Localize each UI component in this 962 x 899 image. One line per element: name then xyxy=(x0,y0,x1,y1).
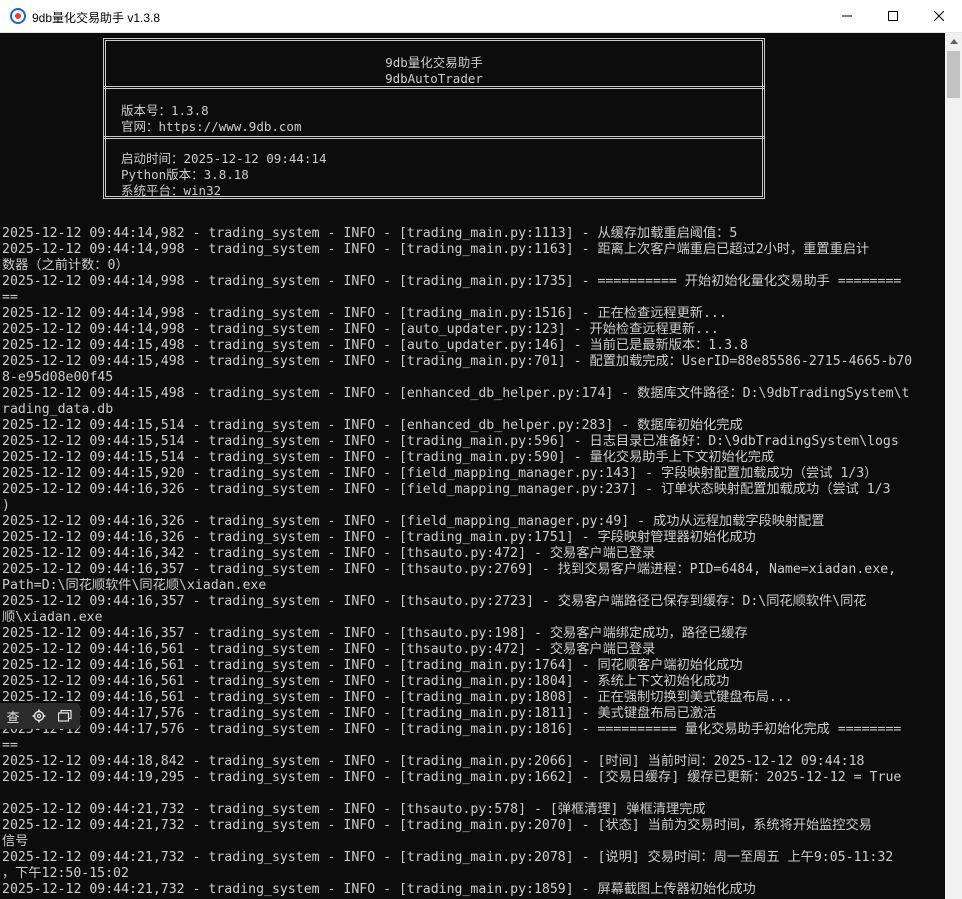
maximize-icon xyxy=(888,11,898,21)
log-line: 2025-12-12 09:44:21,732 - trading_system… xyxy=(2,802,706,817)
startup-banner: 9db量化交易助手 9dbAutoTrader 版本号：1.3.8 官网：htt… xyxy=(103,38,765,199)
gear-icon xyxy=(32,709,46,723)
log-line: 2025-12-12 09:44:15,498 - trading_system… xyxy=(2,386,910,401)
log-line: 2025-12-12 09:44:16,326 - trading_system… xyxy=(2,482,891,497)
title-bar: 9db量化交易助手 v1.3.8 xyxy=(0,0,962,33)
log-line: 2025-12-12 09:44:18,842 - trading_system… xyxy=(2,754,865,769)
vertical-scrollbar[interactable] xyxy=(945,33,962,899)
console-output[interactable]: 9db量化交易助手 9dbAutoTrader 版本号：1.3.8 官网：htt… xyxy=(0,33,945,899)
log-line: 2025-12-12 09:44:15,920 - trading_system… xyxy=(2,466,878,481)
maximize-button[interactable] xyxy=(870,0,916,32)
app-name-cn: 9db量化交易助手 xyxy=(385,55,483,70)
log-line: 2025-12-12 09:44:16,357 - trading_system… xyxy=(2,562,897,577)
log-line: 顺\xiadan.exe xyxy=(2,610,103,625)
scroll-thumb[interactable] xyxy=(947,51,960,98)
log-line: 2025-12-12 09:44:17,576 - trading_system… xyxy=(2,722,902,737)
log-line: ) xyxy=(2,498,10,513)
log-line: 2025-12-12 09:44:21,732 - trading_system… xyxy=(2,818,872,833)
close-button[interactable] xyxy=(916,0,962,32)
log-line: == xyxy=(2,738,18,753)
version-label: 版本号：1.3.8 xyxy=(121,103,209,118)
log-line: 2025-12-12 09:44:17,576 - trading_system… xyxy=(2,706,717,721)
log-line: ，下午12:50-15:02 xyxy=(2,866,129,881)
minimize-button[interactable] xyxy=(824,0,870,32)
close-icon xyxy=(934,11,944,21)
log-line: 2025-12-12 09:44:14,998 - trading_system… xyxy=(2,322,719,337)
log-line: 数器（之前计数：0） xyxy=(2,258,129,273)
log-line: 2025-12-12 09:44:14,998 - trading_system… xyxy=(2,274,902,289)
log-line: == xyxy=(2,290,18,305)
log-line: rading_data.db xyxy=(2,402,114,417)
log-line: 2025-12-12 09:44:16,357 - trading_system… xyxy=(2,594,867,609)
minimize-icon xyxy=(842,15,852,17)
log-line: 2025-12-12 09:44:15,514 - trading_system… xyxy=(2,450,775,465)
search-button[interactable]: 查 xyxy=(0,703,26,729)
settings-button[interactable] xyxy=(26,703,52,729)
start-time-label: 启动时间：2025-12-12 09:44:14 xyxy=(121,151,327,166)
log-line: 2025-12-12 09:44:15,498 - trading_system… xyxy=(2,338,748,353)
log-line: 2025-12-12 09:44:14,998 - trading_system… xyxy=(2,306,727,321)
banner-divider xyxy=(103,136,765,139)
chevron-up-icon xyxy=(949,39,958,44)
window-button[interactable] xyxy=(52,703,78,729)
log-line: 2025-12-12 09:44:16,561 - trading_system… xyxy=(2,674,730,689)
app-logo-icon xyxy=(10,8,26,24)
log-line: 2025-12-12 09:44:16,326 - trading_system… xyxy=(2,514,825,529)
log-line: 2025-12-12 09:44:15,514 - trading_system… xyxy=(2,434,899,449)
window-title: 9db量化交易助手 v1.3.8 xyxy=(32,11,161,25)
log-line: 8-e95d08e00f45 xyxy=(2,370,114,385)
log-line: 2025-12-12 09:44:16,357 - trading_system… xyxy=(2,626,748,641)
platform-label: 系统平台：win32 xyxy=(121,183,222,198)
log-line: 2025-12-12 09:44:14,982 - trading_system… xyxy=(2,226,738,241)
log-line: 2025-12-12 09:44:15,514 - trading_system… xyxy=(2,418,743,433)
website-label: 官网：https://www.9db.com xyxy=(121,119,302,134)
window-icon xyxy=(58,710,72,722)
log-line: Path=D:\同花顺软件\同花顺\xiadan.exe xyxy=(2,578,267,593)
log-line: 2025-12-12 09:44:19,295 - trading_system… xyxy=(2,770,902,785)
log-line: 2025-12-12 09:44:21,732 - trading_system… xyxy=(2,882,756,897)
log-line: 2025-12-12 09:44:16,561 - trading_system… xyxy=(2,642,656,657)
log-line: 2025-12-12 09:44:16,326 - trading_system… xyxy=(2,530,756,545)
floating-toolbar: 查 xyxy=(0,703,80,729)
python-version-label: Python版本：3.8.18 xyxy=(121,167,249,182)
log-line: 2025-12-12 09:44:16,561 - trading_system… xyxy=(2,690,793,705)
log-line: 信号 xyxy=(2,834,29,849)
search-label: 查 xyxy=(6,710,20,726)
log-line: 2025-12-12 09:44:21,732 - trading_system… xyxy=(2,850,894,865)
log-line: 2025-12-12 09:44:14,998 - trading_system… xyxy=(2,242,870,257)
log-output: 2025-12-12 09:44:14,982 - trading_system… xyxy=(2,226,942,898)
log-line: 2025-12-12 09:44:15,498 - trading_system… xyxy=(2,354,913,369)
app-name-en: 9dbAutoTrader xyxy=(385,71,483,86)
scroll-up-button[interactable] xyxy=(945,33,962,50)
log-line: 2025-12-12 09:44:16,342 - trading_system… xyxy=(2,546,656,561)
log-line: 2025-12-12 09:44:16,561 - trading_system… xyxy=(2,658,743,673)
